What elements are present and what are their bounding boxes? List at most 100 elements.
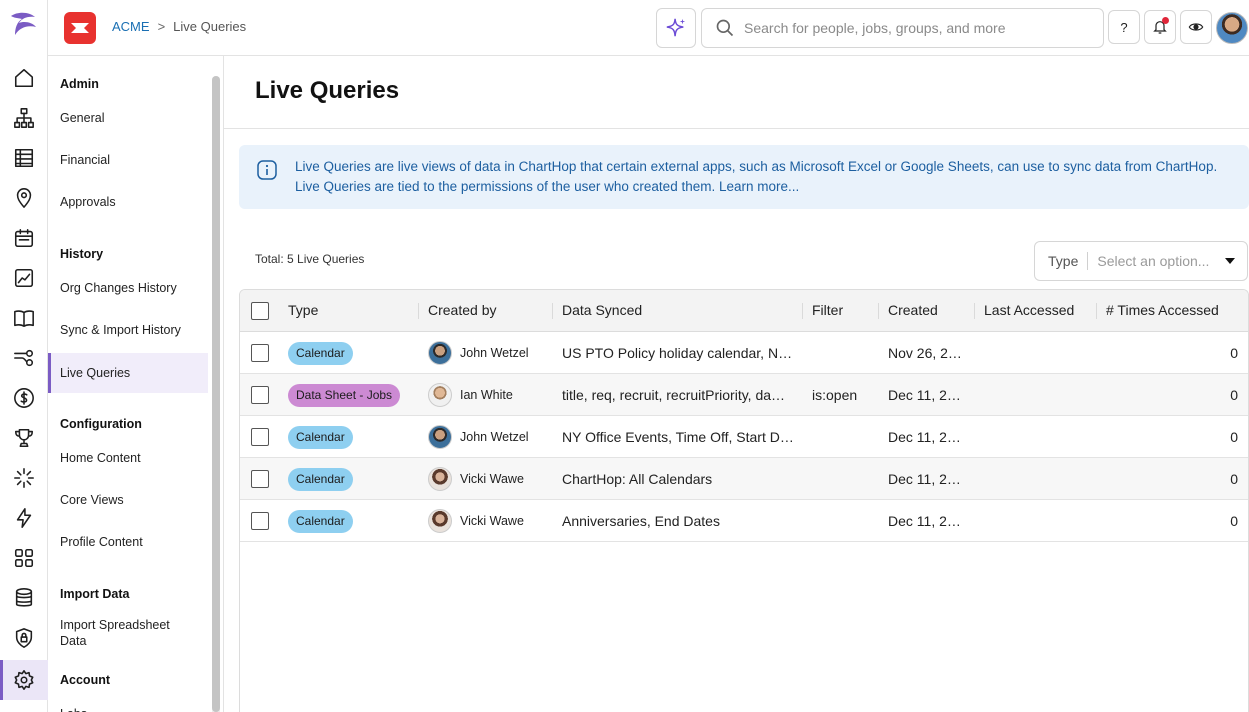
row-checkbox[interactable] xyxy=(251,470,269,488)
column-header-last-accessed[interactable]: Last Accessed xyxy=(984,302,1074,318)
column-divider xyxy=(878,303,879,319)
created-by-name[interactable]: John Wetzel xyxy=(460,430,529,444)
created-cell: Dec 11, 2… xyxy=(888,429,961,445)
type-badge: Calendar xyxy=(288,342,353,365)
column-header-data-synced[interactable]: Data Synced xyxy=(562,302,642,318)
type-badge: Calendar xyxy=(288,426,353,449)
created-cell: Nov 26, 2… xyxy=(888,345,962,361)
database-icon[interactable] xyxy=(0,578,48,618)
sidebar-item-profile-content[interactable]: Profile Content xyxy=(48,522,208,562)
sidebar-item-core-views[interactable]: Core Views xyxy=(48,480,208,520)
search-input[interactable] xyxy=(744,20,1084,36)
times-accessed-cell: 0 xyxy=(1230,513,1238,529)
section-account: Account xyxy=(60,673,110,687)
row-checkbox[interactable] xyxy=(251,344,269,362)
row-checkbox[interactable] xyxy=(251,512,269,530)
section-import-data: Import Data xyxy=(60,587,130,601)
title-divider xyxy=(224,128,1249,129)
breadcrumb-org-link[interactable]: ACME xyxy=(112,19,150,34)
data-synced-cell: ChartHop: All Calendars xyxy=(562,471,713,487)
eye-icon xyxy=(1188,23,1204,31)
type-filter-select[interactable]: Type Select an option... xyxy=(1034,241,1248,281)
sidebar-item-live-queries[interactable]: Live Queries xyxy=(48,353,208,393)
type-badge: Calendar xyxy=(288,468,353,491)
type-filter-label: Type xyxy=(1048,253,1079,269)
times-accessed-cell: 0 xyxy=(1230,429,1238,445)
sidebar-item-sync-import-history[interactable]: Sync & Import History xyxy=(48,310,208,350)
org-chart-icon[interactable] xyxy=(0,98,48,138)
created-by-name[interactable]: Vicki Wawe xyxy=(460,514,524,528)
table-row[interactable]: Calendar John Wetzel NY Office Events, T… xyxy=(240,416,1248,458)
org-logo[interactable] xyxy=(64,12,96,44)
analytics-icon[interactable] xyxy=(0,258,48,298)
ai-assistant-button[interactable] xyxy=(656,8,696,48)
times-accessed-cell: 0 xyxy=(1230,471,1238,487)
table-row[interactable]: Calendar Vicki Wawe Anniversaries, End D… xyxy=(240,500,1248,542)
charthop-logo[interactable] xyxy=(6,8,42,44)
location-pin-icon[interactable] xyxy=(0,178,48,218)
help-button[interactable]: ? xyxy=(1108,10,1140,44)
filter-cell: is:open xyxy=(812,387,858,403)
created-by-name[interactable]: Vicki Wawe xyxy=(460,472,524,486)
shield-lock-icon[interactable] xyxy=(0,618,48,658)
table-row[interactable]: Calendar John Wetzel US PTO Policy holid… xyxy=(240,332,1248,374)
info-banner: Live Queries are live views of data in C… xyxy=(239,145,1249,209)
sidebar-item-labs[interactable]: Labs xyxy=(48,694,208,712)
sidebar-item-approvals[interactable]: Approvals xyxy=(48,182,208,222)
column-header-created[interactable]: Created xyxy=(888,302,938,318)
table-row[interactable]: Calendar Vicki Wawe ChartHop: All Calend… xyxy=(240,458,1248,500)
type-filter-divider xyxy=(1087,252,1089,270)
sidebar-item-import-spreadsheet-data[interactable]: Import Spreadsheet Data xyxy=(48,611,178,655)
live-queries-table: Type Created by Data Synced Filter Creat… xyxy=(239,289,1249,712)
view-as-button[interactable] xyxy=(1180,10,1212,44)
sidebar-item-org-changes-history[interactable]: Org Changes History xyxy=(48,268,208,308)
apps-grid-icon[interactable] xyxy=(0,538,48,578)
select-all-checkbox[interactable] xyxy=(251,302,269,320)
column-header-type[interactable]: Type xyxy=(288,302,318,318)
workflow-icon[interactable] xyxy=(0,338,48,378)
home-icon[interactable] xyxy=(0,58,48,98)
sparkle-burst-icon[interactable] xyxy=(0,458,48,498)
column-header-created-by[interactable]: Created by xyxy=(428,302,496,318)
dollar-icon[interactable] xyxy=(0,378,48,418)
page-title: Live Queries xyxy=(255,77,400,104)
table-row[interactable]: Data Sheet - Jobs Ian White title, req, … xyxy=(240,374,1248,416)
sidebar-item-general[interactable]: General xyxy=(48,98,208,138)
sidebar-item-financial[interactable]: Financial xyxy=(48,140,208,180)
created-cell: Dec 11, 2… xyxy=(888,387,961,403)
avatar xyxy=(428,341,452,365)
settings-gear-icon[interactable] xyxy=(0,660,48,700)
org-logo-mark-icon xyxy=(71,23,89,33)
type-badge: Data Sheet - Jobs xyxy=(288,384,401,407)
trophy-icon[interactable] xyxy=(0,418,48,458)
column-header-times-accessed[interactable]: # Times Accessed xyxy=(1106,302,1219,318)
avatar xyxy=(428,467,452,491)
type-badge: Calendar xyxy=(288,510,353,533)
column-divider xyxy=(552,303,553,319)
table-icon[interactable] xyxy=(0,138,48,178)
lightning-icon[interactable] xyxy=(0,498,48,538)
sidebar-scrollbar-thumb[interactable] xyxy=(212,76,220,712)
data-synced-cell: NY Office Events, Time Off, Start D… xyxy=(562,429,794,445)
notification-dot xyxy=(1162,17,1169,24)
created-by-name[interactable]: Ian White xyxy=(460,388,513,402)
book-icon[interactable] xyxy=(0,298,48,338)
user-avatar[interactable] xyxy=(1216,12,1248,44)
column-header-filter[interactable]: Filter xyxy=(812,302,843,318)
main-content: Live Queries Live Queries are live views… xyxy=(224,56,1249,712)
column-divider xyxy=(974,303,975,319)
info-banner-text: Live Queries are live views of data in C… xyxy=(295,159,1218,194)
global-search[interactable] xyxy=(701,8,1104,48)
avatar xyxy=(428,425,452,449)
column-divider xyxy=(802,303,803,319)
row-checkbox[interactable] xyxy=(251,428,269,446)
calendar-icon[interactable] xyxy=(0,218,48,258)
row-checkbox[interactable] xyxy=(251,386,269,404)
data-synced-cell: title, req, recruit, recruitPriority, da… xyxy=(562,387,786,403)
breadcrumb: ACME > Live Queries xyxy=(112,19,246,34)
created-by-name[interactable]: John Wetzel xyxy=(460,346,529,360)
notifications-button[interactable] xyxy=(1144,10,1176,44)
app-rail xyxy=(0,0,48,712)
sidebar-item-home-content[interactable]: Home Content xyxy=(48,438,208,478)
table-header: Type Created by Data Synced Filter Creat… xyxy=(240,290,1248,332)
